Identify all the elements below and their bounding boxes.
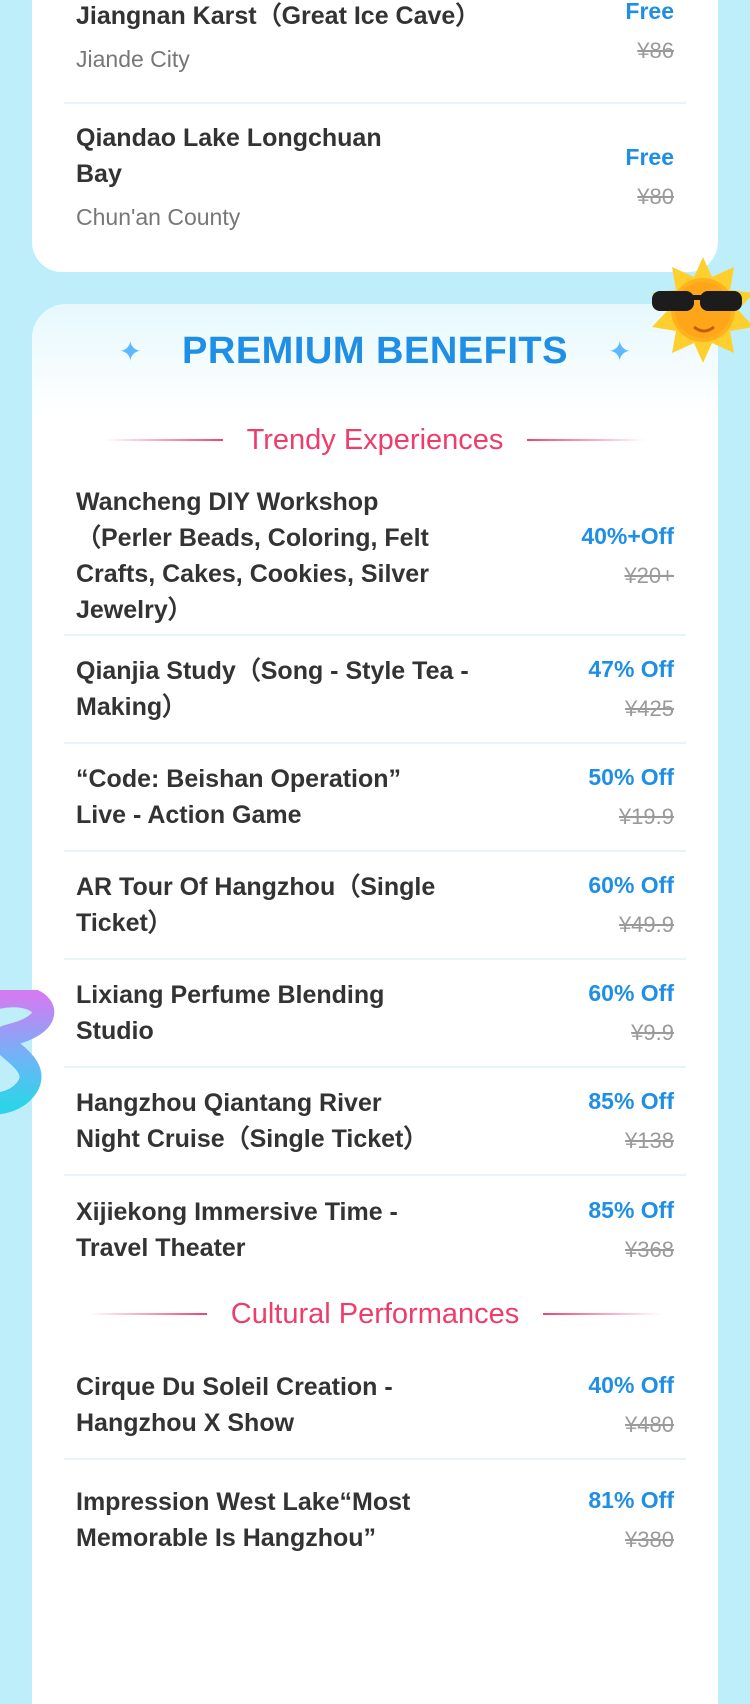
deal-label: 85% Off [588, 1088, 674, 1114]
original-price: ¥80 [637, 184, 674, 209]
deal-label: Free [625, 0, 674, 24]
deal-label: 60% Off [588, 872, 674, 898]
sparkle-icon: ✦ [607, 336, 632, 367]
list-item[interactable]: Jiangnan Karst（Great Ice Cave） Jiande Ci… [64, 0, 686, 104]
premium-benefits-card: ✦ PREMIUM BENEFITS ✦ Trendy Experiences … [32, 304, 718, 1704]
item-name: Xijiekong Immersive Time - Travel Theate… [76, 1198, 398, 1262]
divider-line [543, 1313, 662, 1315]
premium-header: ✦ PREMIUM BENEFITS ✦ [32, 330, 718, 373]
list-item[interactable]: Lixiang Perfume Blending Studio 60% Off … [64, 960, 686, 1068]
section-title: Cultural Performances [230, 1297, 520, 1330]
item-name: Jiangnan Karst（Great Ice Cave） [76, 2, 481, 30]
section-header-cultural: Cultural Performances [32, 1294, 718, 1334]
deal-label: 60% Off [588, 980, 674, 1006]
list-item[interactable]: AR Tour Of Hangzhou（Single Ticket） 60% O… [64, 852, 686, 960]
deal-label: 40%+Off [581, 523, 674, 549]
list-item[interactable]: Qianjia Study（Song - Style Tea - Making）… [64, 636, 686, 744]
original-price: ¥49.9 [618, 912, 674, 937]
item-location: Chun'an County [76, 204, 241, 230]
list-item[interactable]: Wancheng DIY Workshop （Perler Beads, Col… [64, 478, 686, 636]
section-header-trendy: Trendy Experiences [32, 420, 718, 460]
original-price: ¥20+ [624, 563, 674, 588]
sun-with-sunglasses-icon [652, 257, 750, 363]
list-item[interactable]: Qiandao Lake Longchuan Bay Chun'an Count… [64, 104, 686, 250]
sparkle-icon: ✦ [118, 336, 143, 367]
deal-label: 50% Off [588, 764, 674, 790]
item-name: Lixiang Perfume Blending Studio [76, 981, 385, 1045]
item-name: Wancheng DIY Workshop （Perler Beads, Col… [76, 488, 429, 624]
item-name: Qianjia Study（Song - Style Tea - Making） [76, 657, 469, 721]
original-price: ¥425 [625, 696, 674, 721]
original-price: ¥138 [625, 1128, 674, 1153]
free-attractions-card: Jiangnan Karst（Great Ice Cave） Jiande Ci… [32, 0, 718, 272]
item-name: Qiandao Lake Longchuan Bay [76, 124, 382, 188]
deal-label: Free [625, 144, 674, 170]
item-name: Cirque Du Soleil Creation - Hangzhou X S… [76, 1373, 393, 1437]
list-item[interactable]: Xijiekong Immersive Time - Travel Theate… [64, 1176, 686, 1284]
premium-title: PREMIUM BENEFITS [182, 330, 568, 372]
list-item[interactable]: Impression West Lake“Most Memorable Is H… [64, 1460, 686, 1580]
original-price: ¥9.9 [631, 1020, 674, 1045]
deal-label: 85% Off [588, 1197, 674, 1223]
list-item[interactable]: Hangzhou Qiantang River Night Cruise（Sin… [64, 1068, 686, 1176]
item-name: Hangzhou Qiantang River Night Cruise（Sin… [76, 1089, 429, 1153]
original-price: ¥19.9 [618, 804, 674, 829]
deal-label: 81% Off [588, 1487, 674, 1513]
divider-line [104, 439, 223, 441]
item-name: Impression West Lake“Most Memorable Is H… [76, 1488, 411, 1552]
deal-label: 47% Off [588, 656, 674, 682]
ribbon-decoration-icon [0, 990, 55, 1115]
item-location: Jiande City [76, 46, 190, 72]
original-price: ¥86 [637, 38, 674, 63]
list-item[interactable]: Cirque Du Soleil Creation - Hangzhou X S… [64, 1352, 686, 1460]
original-price: ¥480 [625, 1412, 674, 1437]
original-price: ¥380 [625, 1527, 674, 1552]
deal-label: 40% Off [588, 1372, 674, 1398]
divider-line [88, 1313, 207, 1315]
divider-line [527, 439, 646, 441]
list-item[interactable]: “Code: Beishan Operation” Live - Action … [64, 744, 686, 852]
item-name: AR Tour Of Hangzhou（Single Ticket） [76, 873, 436, 937]
item-name: “Code: Beishan Operation” Live - Action … [76, 765, 402, 829]
section-title: Trendy Experiences [246, 423, 504, 456]
original-price: ¥368 [625, 1237, 674, 1262]
